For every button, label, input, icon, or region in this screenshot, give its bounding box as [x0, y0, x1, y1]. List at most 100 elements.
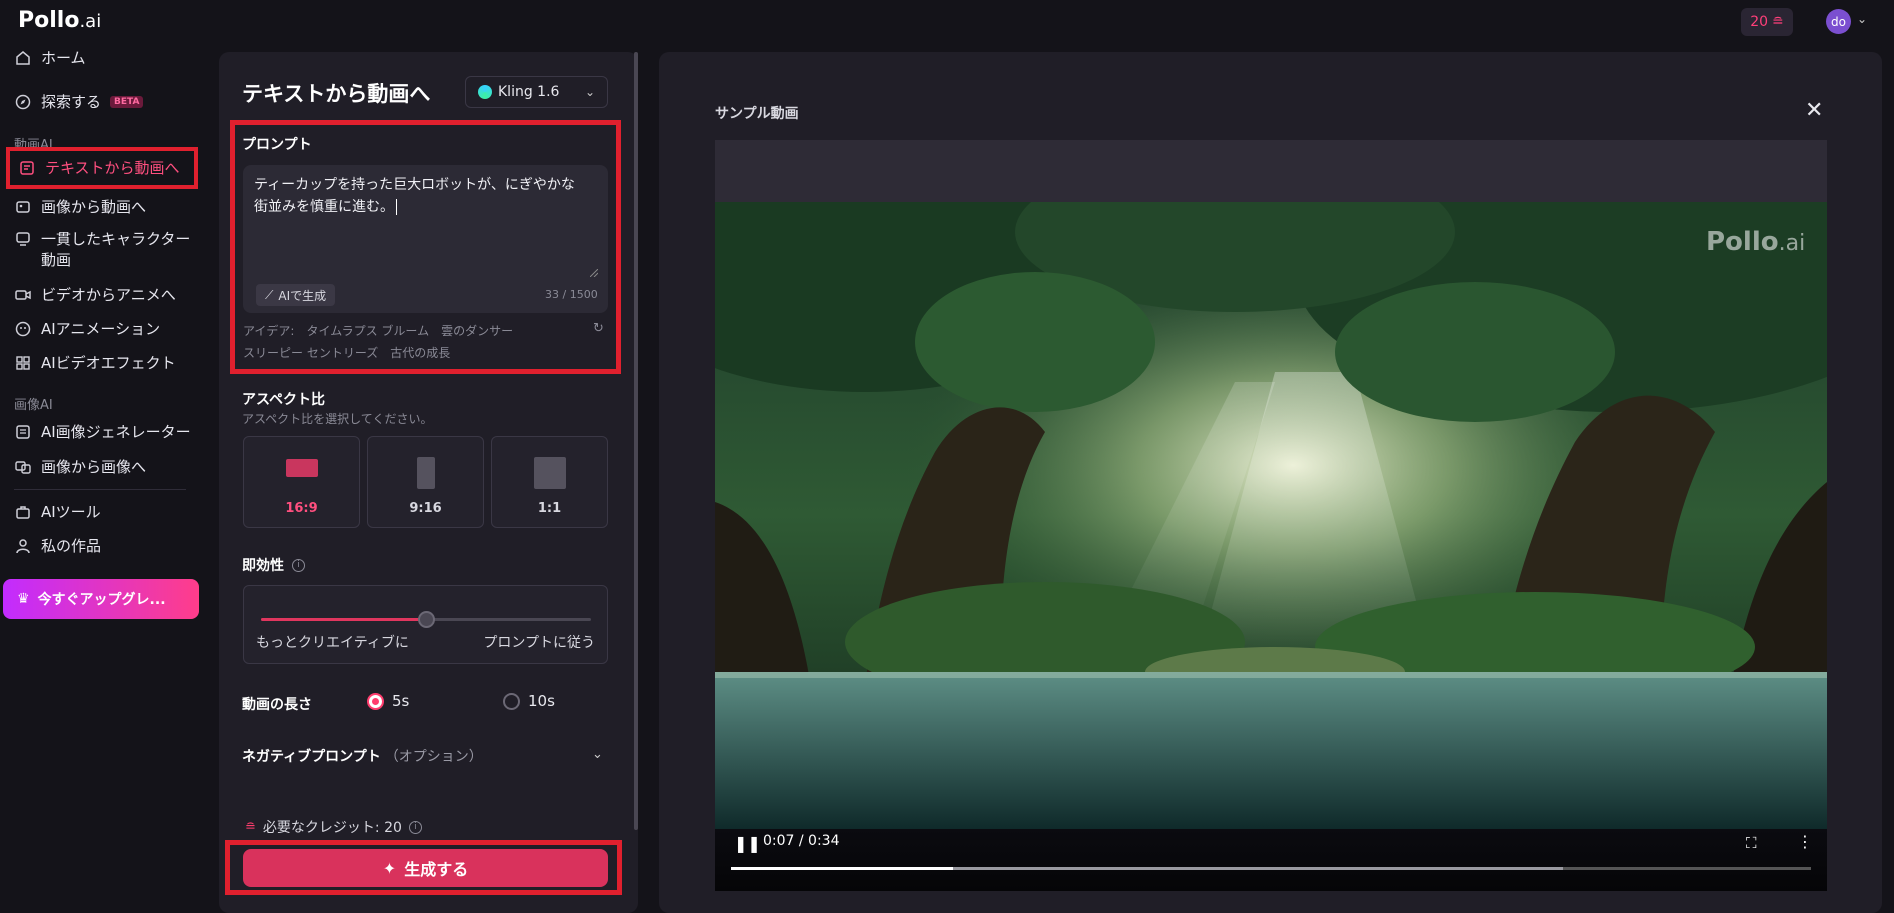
duration-title: 動画の長さ — [242, 697, 312, 713]
sidebar-item-explore[interactable]: 探索する BETA — [14, 91, 144, 112]
chevron-down-icon: ⌄ — [584, 85, 595, 99]
aspect-option-1-1[interactable]: 1:1 — [491, 436, 608, 528]
aspect-option-16-9[interactable]: 16:9 — [243, 436, 360, 528]
sidebar-item-consistent-character[interactable]: 一貫したキャラクター 動画 — [14, 229, 190, 271]
image-video-icon — [14, 198, 32, 216]
video-progress-bar[interactable] — [731, 867, 1811, 870]
page-title: テキストから動画へ — [242, 82, 431, 106]
video-frame-image[interactable] — [715, 202, 1827, 829]
ai-generate-label: AIで生成 — [278, 288, 327, 303]
aspect-option-label: 16:9 — [285, 501, 318, 516]
logo[interactable]: Pollo.ai — [18, 8, 101, 33]
ai-generate-button[interactable]: ⟋ AIで生成 — [256, 284, 336, 306]
preview-title: サンプル動画 — [715, 106, 799, 122]
section-label-image: 画像AI — [14, 398, 53, 413]
duration-10s-radio[interactable]: 10s — [503, 692, 555, 710]
idea-chip[interactable]: 雲のダンサー — [441, 322, 513, 339]
user-icon — [14, 537, 32, 555]
ideas-label: アイデア: — [243, 324, 295, 338]
radio-label: 10s — [528, 692, 555, 710]
sidebar-item-video-to-anime[interactable]: ビデオからアニメへ — [14, 284, 176, 305]
sidebar-item-label: テキストから動画へ — [45, 159, 180, 177]
prompt-text-line: ティーカップを持った巨大ロボットが、にぎやかな — [254, 177, 575, 193]
sidebar-item-my-works[interactable]: 私の作品 — [14, 535, 101, 556]
sidebar-item-ai-effects[interactable]: AIビデオエフェクト — [14, 352, 176, 373]
beta-badge: BETA — [110, 95, 144, 108]
aspect-ratio-subtitle: アスペクト比を選択してください。 — [242, 412, 433, 426]
model-select-value: Kling 1.6 — [498, 84, 560, 100]
immediacy-label: 即効性 — [242, 558, 284, 574]
close-icon[interactable]: ✕ — [1805, 98, 1823, 123]
sidebar-item-image-to-image[interactable]: 画像から画像へ — [14, 456, 146, 477]
sidebar-item-label: AIツール — [41, 503, 101, 521]
chevron-down-icon[interactable]: ⌄ — [592, 747, 603, 762]
credits-count: 20 — [1750, 14, 1769, 30]
video-anime-icon — [14, 286, 32, 304]
watermark: Pollo.ai — [1706, 227, 1806, 257]
ideas-row: アイデア: タイムラプス ブルーム 雲のダンサー — [243, 322, 513, 339]
played-bar — [731, 867, 954, 870]
required-credits: ≘ 必要なクレジット: 20 i — [245, 817, 422, 837]
sidebar-item-label: 私の作品 — [41, 537, 102, 555]
forest-scene-image — [715, 202, 1827, 829]
negative-prompt-label: ネガティブプロンプト — [242, 749, 381, 765]
slider-fill — [261, 618, 426, 621]
pause-icon[interactable]: ❚❚ — [734, 834, 761, 853]
sidebar-item-ai-tools[interactable]: AIツール — [14, 501, 101, 522]
sidebar-item-label: 動画 — [41, 251, 72, 269]
coin-stack-icon: ≘ — [1772, 14, 1784, 30]
square-icon — [533, 457, 566, 489]
portrait-icon — [416, 457, 435, 489]
slider-min-label: もっとクリエイティブに — [256, 635, 409, 651]
upgrade-button[interactable]: ♛ 今すぐアップグレ... — [3, 579, 199, 619]
video-controls — [715, 829, 1827, 891]
avatar[interactable]: do — [1826, 9, 1851, 34]
generate-button[interactable]: ✦ 生成する — [243, 849, 608, 887]
sidebar-item-home[interactable]: ホーム — [14, 47, 86, 68]
sidebar-item-label: 画像から動画へ — [41, 198, 147, 216]
sidebar-item-label: AIアニメーション — [41, 320, 161, 338]
landscape-icon — [285, 459, 318, 477]
aspect-ratio-title: アスペクト比 — [242, 392, 326, 408]
panel-scrollbar[interactable] — [634, 52, 638, 830]
refresh-icon[interactable]: ↻ — [593, 321, 604, 336]
resize-handle-icon[interactable] — [590, 269, 598, 277]
sidebar-item-label: 探索する — [41, 93, 102, 111]
slider-handle[interactable] — [418, 611, 435, 628]
animation-icon — [14, 320, 32, 338]
sidebar-item-text-to-video[interactable]: テキストから動画へ — [6, 147, 198, 189]
info-icon[interactable]: i — [408, 820, 422, 834]
immediacy-slider[interactable] — [261, 611, 591, 628]
prompt-label: プロンプト — [242, 137, 312, 153]
generate-label: 生成する — [404, 860, 469, 879]
more-options-icon[interactable]: ⋮ — [1797, 832, 1813, 851]
negative-prompt-optional: （オプション） — [384, 749, 483, 765]
sidebar-item-ai-animation[interactable]: AIアニメーション — [14, 318, 160, 339]
sidebar-item-label: 画像から画像へ — [41, 458, 147, 476]
idea-chip[interactable]: タイムラプス ブルーム — [306, 322, 429, 339]
immediacy-title: 即効性 i — [242, 555, 305, 575]
sidebar-item-label: 一貫したキャラクター — [41, 230, 191, 248]
sidebar-item-image-to-video[interactable]: 画像から動画へ — [14, 196, 146, 217]
image-image-icon — [14, 458, 32, 476]
idea-chip[interactable]: 古代の成長 — [390, 344, 450, 361]
fullscreen-icon[interactable]: ⛶ — [1746, 834, 1757, 852]
video-time: 0:07 / 0:34 — [763, 833, 840, 849]
home-icon — [14, 49, 32, 67]
credits-badge[interactable]: 20 ≘ — [1741, 8, 1793, 36]
effects-icon — [14, 354, 32, 372]
sidebar-item-row: テキストから動画へ — [18, 157, 180, 178]
idea-chip[interactable]: スリーピー セントリーズ — [243, 344, 378, 361]
duration-5s-radio[interactable]: 5s — [367, 692, 409, 710]
upgrade-label: 今すぐアップグレ... — [37, 592, 166, 608]
sidebar-item-label: ホーム — [41, 49, 86, 67]
aspect-option-label: 1:1 — [537, 501, 562, 516]
character-video-icon — [14, 229, 32, 247]
model-select[interactable]: Kling 1.6 ⌄ — [465, 76, 608, 108]
chevron-down-icon[interactable]: ⌄ — [1857, 12, 1867, 26]
aspect-option-9-16[interactable]: 9:16 — [367, 436, 484, 528]
negative-prompt-toggle[interactable]: ネガティブプロンプト （オプション） — [242, 746, 483, 766]
info-icon[interactable]: i — [292, 558, 305, 572]
sidebar-item-label: AIビデオエフェクト — [41, 354, 176, 372]
sidebar-item-ai-image-generator[interactable]: AI画像ジェネレーター — [14, 421, 191, 442]
